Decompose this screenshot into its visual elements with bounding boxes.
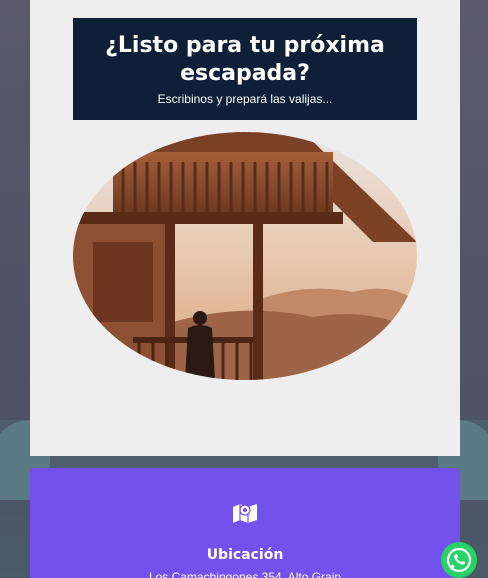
- cta-subtitle: Escribinos y prepará las valijas...: [157, 92, 333, 106]
- cta-banner: ¿Listo para tu próxima escapada? Escribi…: [73, 18, 417, 120]
- whatsapp-icon: [441, 542, 477, 578]
- location-section: Ubicación Los Camachingones 354, Alto Gr…: [30, 468, 460, 578]
- whatsapp-button[interactable]: [441, 542, 477, 578]
- location-title: Ubicación: [206, 547, 284, 563]
- hero-photo: [73, 132, 417, 380]
- balcony-photo: [73, 132, 417, 380]
- map-marker-icon: [232, 502, 258, 524]
- cta-title: ¿Listo para tu próxima escapada?: [105, 33, 385, 86]
- location-address: Los Camachingones 354, Alto Grain: [148, 570, 342, 578]
